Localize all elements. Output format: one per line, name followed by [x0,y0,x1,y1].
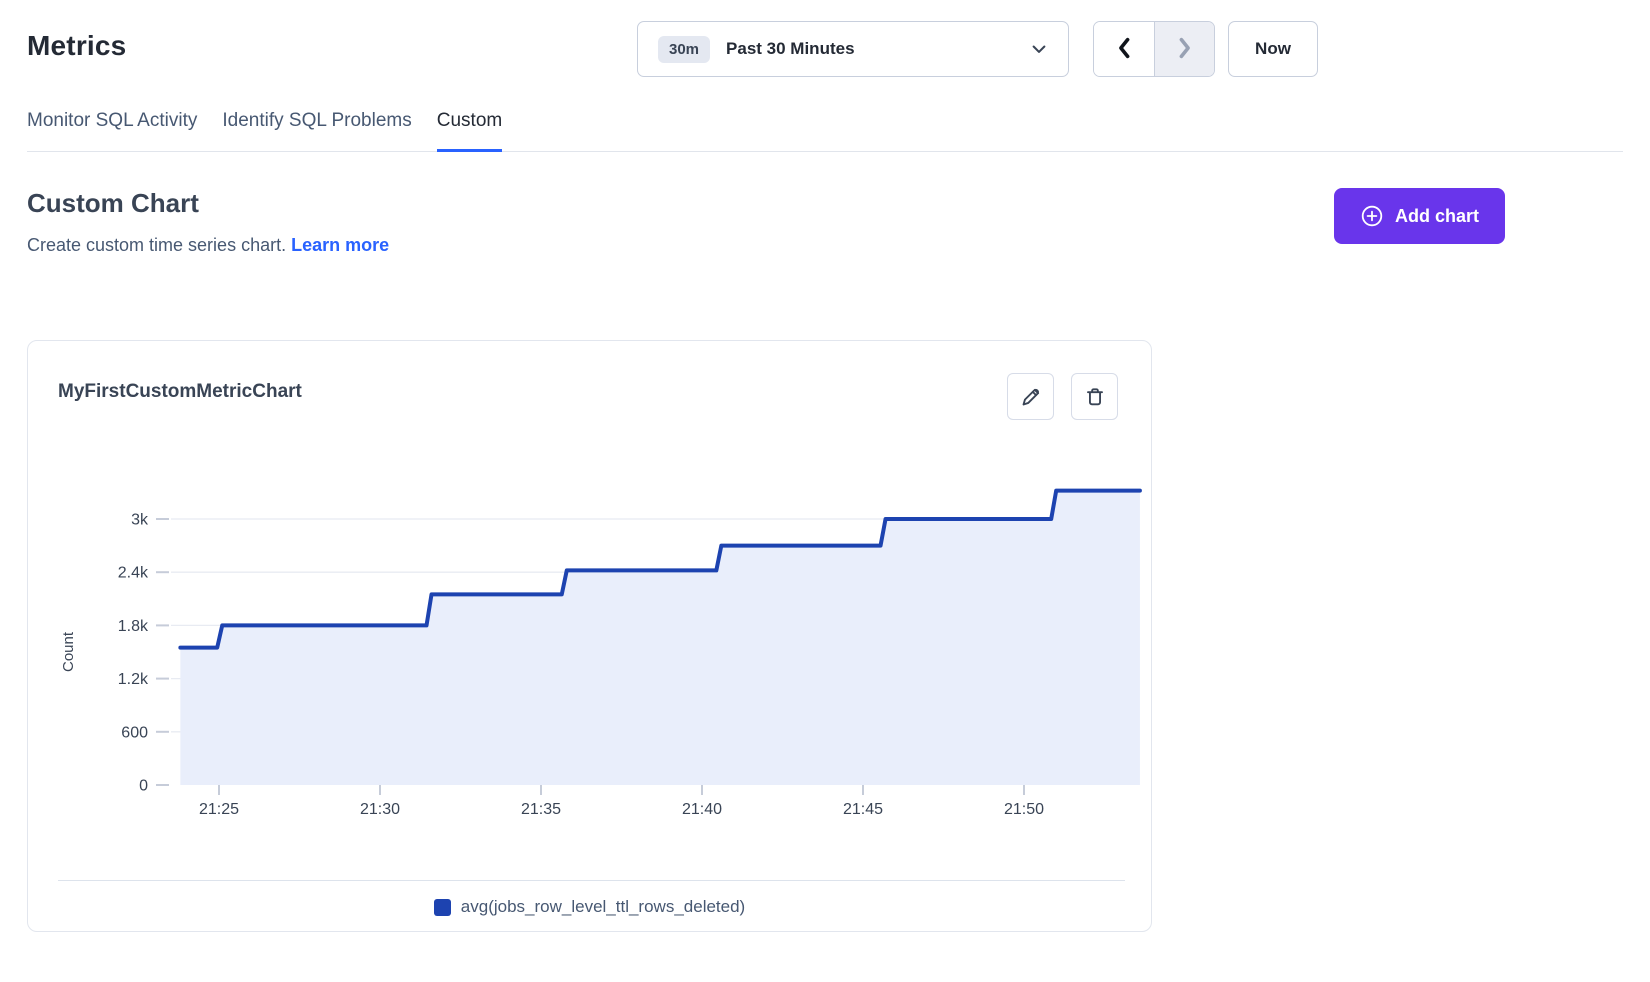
chevron-down-icon [1030,40,1048,58]
time-range-select[interactable]: 30m Past 30 Minutes [637,21,1069,77]
chart-title: MyFirstCustomMetricChart [58,381,302,403]
section-description-text: Create custom time series chart. [27,235,286,255]
metrics-page: Metrics 30m Past 30 Minutes [0,0,1650,982]
time-controls: 30m Past 30 Minutes Now [637,21,1318,77]
tab-monitor-sql-activity[interactable]: Monitor SQL Activity [27,102,197,152]
legend-color-swatch [434,899,451,916]
time-range-badge: 30m [658,36,710,63]
svg-text:21:50: 21:50 [1004,801,1044,818]
metrics-tabs: Monitor SQL Activity Identify SQL Proble… [27,102,1623,152]
learn-more-link[interactable]: Learn more [291,235,389,255]
svg-text:2.4k: 2.4k [118,565,149,582]
trash-icon [1084,386,1106,408]
previous-time-button[interactable] [1094,22,1154,76]
svg-text:600: 600 [121,724,148,741]
chevron-left-icon [1114,36,1134,63]
chart-actions [1007,373,1118,420]
svg-text:1.8k: 1.8k [118,618,149,635]
chart-canvas: 0 600 1.2k 1.8k 2.4k 3k 21:25 21:30 21:35 21:40 21… [28,463,1151,843]
now-button[interactable]: Now [1228,21,1318,77]
svg-text:21:35: 21:35 [521,801,561,818]
svg-text:1.2k: 1.2k [118,671,149,688]
svg-text:21:45: 21:45 [843,801,883,818]
custom-chart-section-header: Custom Chart Create custom time series c… [27,188,1623,298]
add-chart-label: Add chart [1395,206,1479,227]
svg-text:Count: Count [60,631,77,672]
chevron-right-icon [1175,36,1195,63]
page-title: Metrics [27,30,126,62]
svg-text:21:25: 21:25 [199,801,239,818]
add-chart-button[interactable]: Add chart [1334,188,1505,244]
top-bar: Metrics 30m Past 30 Minutes [0,0,1650,90]
svg-text:21:30: 21:30 [360,801,400,818]
tab-identify-sql-problems[interactable]: Identify SQL Problems [222,102,411,152]
time-nav-group [1093,21,1215,77]
svg-text:21:40: 21:40 [682,801,722,818]
next-time-button[interactable] [1154,22,1214,76]
chart-legend: avg(jobs_row_level_ttl_rows_deleted) [28,897,1151,917]
time-series-chart[interactable]: 0 600 1.2k 1.8k 2.4k 3k 21:25 21:30 21:35 21:40 21… [28,463,1151,843]
card-divider [58,880,1125,881]
svg-text:0: 0 [139,778,148,795]
edit-chart-button[interactable] [1007,373,1054,420]
custom-metric-chart-card: MyFirstCustomMetricChart 0 600 1.2k 1.8k 2.4… [27,340,1152,932]
legend-series-label: avg(jobs_row_level_ttl_rows_deleted) [461,897,745,917]
pencil-icon [1020,386,1042,408]
delete-chart-button[interactable] [1071,373,1118,420]
tab-custom[interactable]: Custom [437,102,502,152]
time-range-label: Past 30 Minutes [726,39,855,59]
plus-circle-icon [1360,204,1384,228]
svg-text:3k: 3k [131,512,149,529]
